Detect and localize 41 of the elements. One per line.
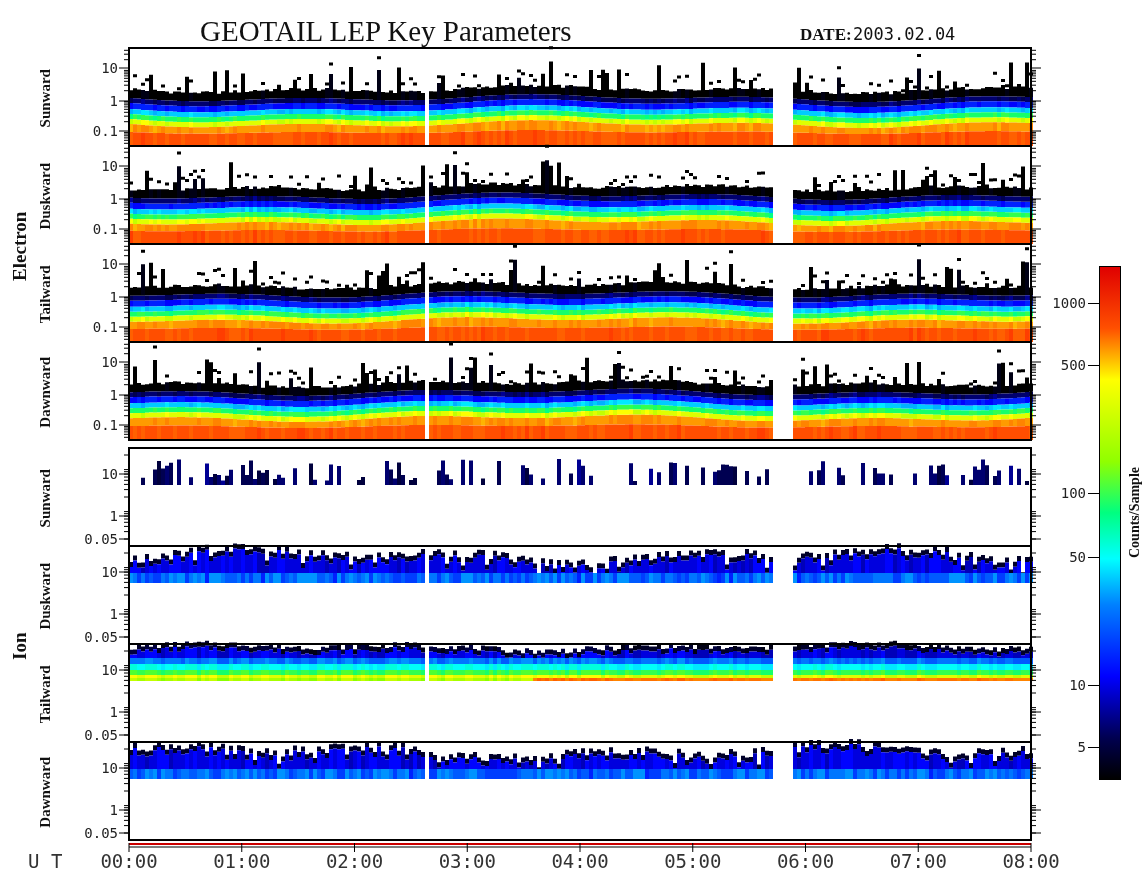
panel-label: Sunward <box>35 68 54 130</box>
color-tick-label: 500 <box>1059 358 1086 372</box>
axis-label: U T <box>28 851 63 871</box>
date-value: 2003.02.04 <box>853 23 956 46</box>
time-tick-label: 01:00 <box>212 851 272 871</box>
y-tick-label: 0.05 <box>83 532 118 546</box>
panel-label: Sunward <box>35 468 54 530</box>
color-tick-label: 10 <box>1068 678 1086 692</box>
time-tick-label: 02:00 <box>324 851 385 871</box>
time-tick-label: 08:00 <box>1001 851 1061 871</box>
group-label: Electron <box>7 210 31 283</box>
time-tick-label: 06:00 <box>775 851 836 871</box>
y-tick-label: 0.1 <box>91 320 118 334</box>
tick-mark <box>1088 557 1099 558</box>
color-tick-label: 50 <box>1068 550 1086 564</box>
y-tick-label: 0.05 <box>83 826 118 840</box>
time-tick-label: 04:00 <box>550 851 610 871</box>
color-tick-label: 5 <box>1076 740 1086 754</box>
panel-label: Dawnward <box>35 755 54 830</box>
group-label: Ion <box>7 631 31 662</box>
time-tick-label: 07:00 <box>888 851 948 871</box>
tick-mark <box>1088 303 1099 304</box>
color-tick-label: 100 <box>1059 486 1086 500</box>
tick-mark <box>1088 685 1099 686</box>
date-label: DATE: <box>800 24 852 46</box>
chart-title: GEOTAIL LEP Key Parameters <box>200 14 572 49</box>
colorbar-title: Counts/Sample <box>1125 466 1142 560</box>
panel-label: Duskward <box>35 561 54 632</box>
color-tick-label: 1000 <box>1051 296 1086 310</box>
panel-label: Duskward <box>35 161 54 232</box>
panel-label: Tailward <box>35 264 54 326</box>
time-tick-label: 05:00 <box>663 851 723 871</box>
y-tick-label: 0.05 <box>83 728 118 742</box>
tick-mark <box>1088 747 1099 748</box>
y-tick-label: 0.1 <box>91 124 118 138</box>
panel-label: Dawnward <box>35 355 54 430</box>
tick-mark <box>1088 493 1099 494</box>
panel-label: Tailward <box>35 664 54 726</box>
time-tick-label: 03:00 <box>437 851 497 871</box>
tick-mark <box>1088 365 1099 366</box>
time-tick-label: 00:00 <box>99 851 159 871</box>
